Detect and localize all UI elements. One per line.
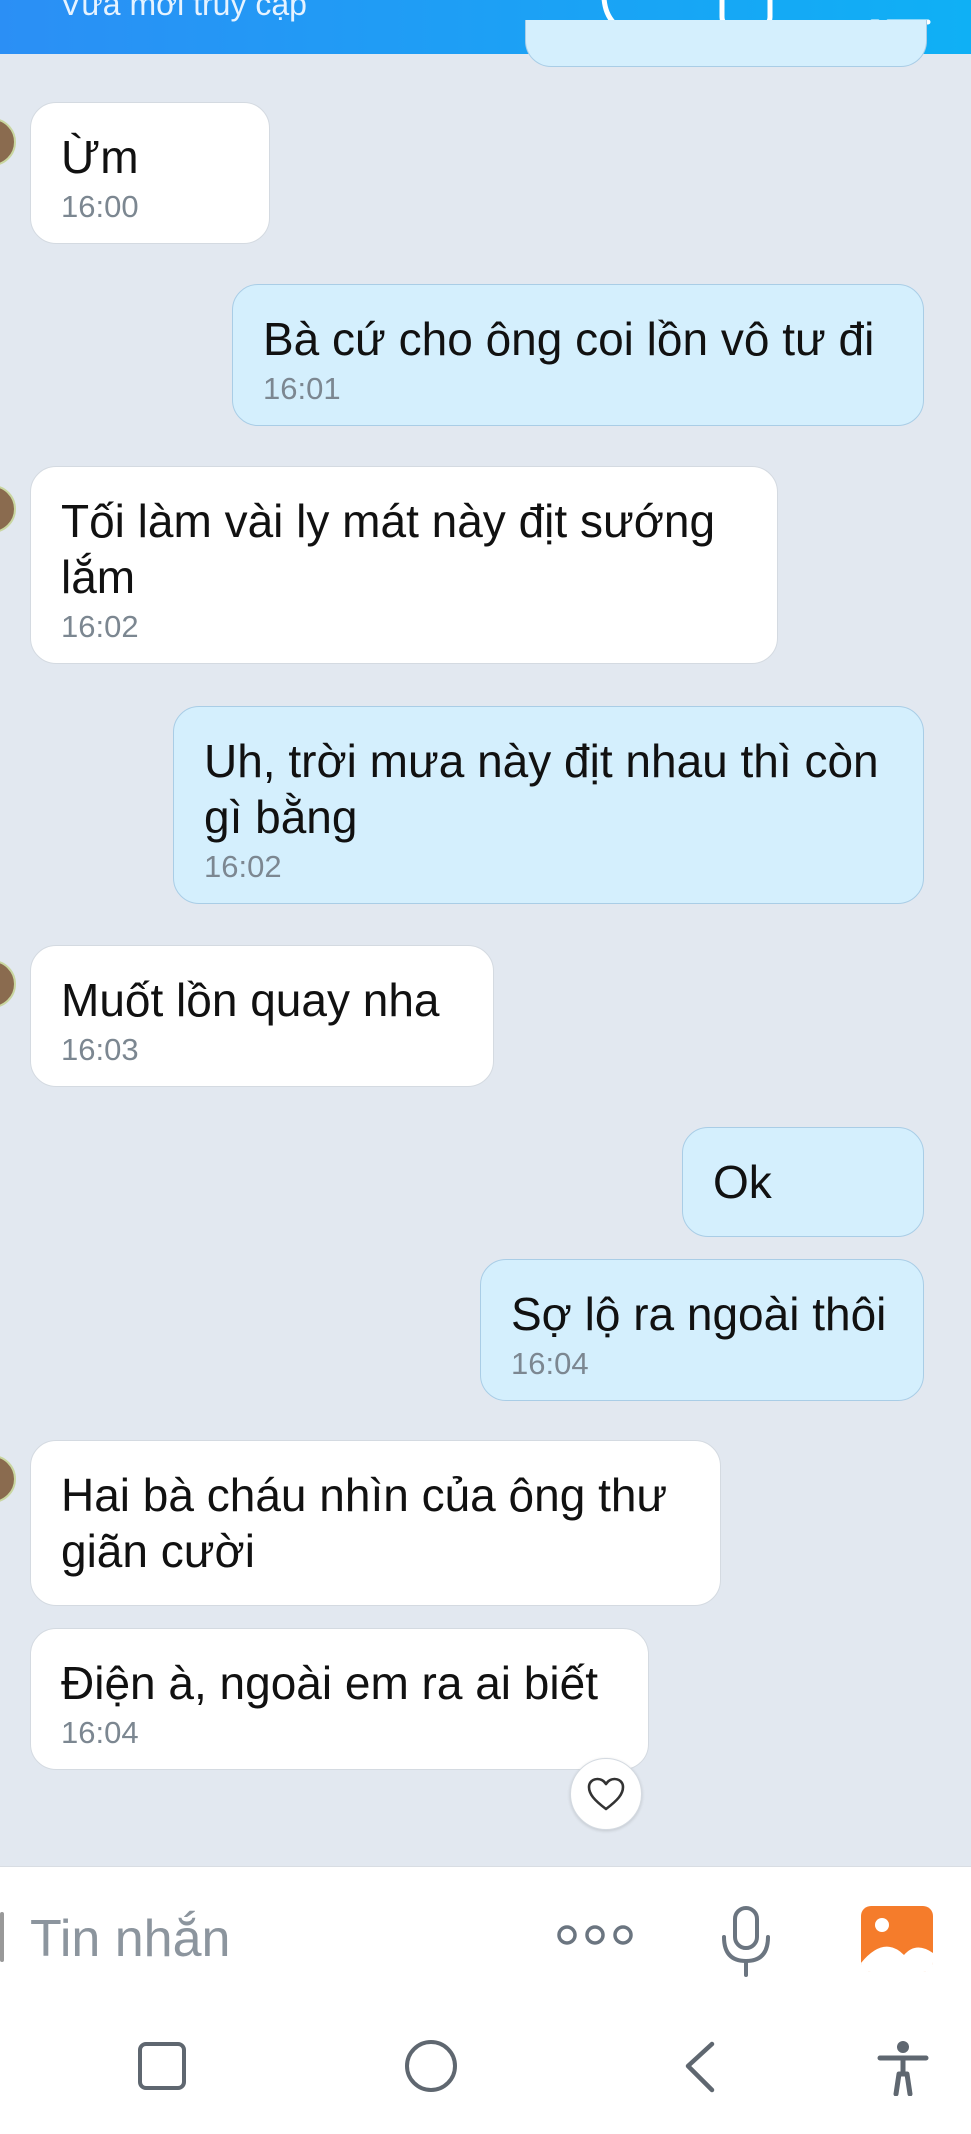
incoming-message[interactable]: Tối làm vài ly mát này địt sướng lắm 16:… xyxy=(30,466,778,664)
message-text: Ừm xyxy=(61,131,139,183)
back-icon[interactable] xyxy=(680,2040,720,2096)
outgoing-message[interactable]: Sợ lộ ra ngoài thôi 16:04 xyxy=(480,1259,924,1401)
message-text: Ok xyxy=(713,1156,772,1208)
message-time: 16:02 xyxy=(204,849,282,884)
text-cursor xyxy=(0,1912,4,1962)
message-text: Điện à, ngoài em ra ai biết xyxy=(61,1657,598,1709)
incoming-message[interactable]: Muốt lồn quay nha 16:03 xyxy=(30,945,494,1087)
message-text: Sợ lộ ra ngoài thôi xyxy=(511,1288,887,1340)
message-time: 16:04 xyxy=(511,1346,589,1381)
message-text: Muốt lồn quay nha xyxy=(61,974,440,1026)
microphone-icon[interactable] xyxy=(718,1905,774,1979)
incoming-message[interactable]: Hai bà cháu nhìn của ông thư giãn cười xyxy=(30,1440,721,1606)
message-time: 16:03 xyxy=(61,1032,139,1067)
recent-apps-icon[interactable] xyxy=(136,2040,188,2092)
incoming-message[interactable]: Điện à, ngoài em ra ai biết 16:04 xyxy=(30,1628,649,1770)
accessibility-icon[interactable] xyxy=(876,2040,930,2096)
contact-avatar[interactable] xyxy=(0,1455,16,1503)
message-time: 16:01 xyxy=(263,371,341,406)
home-icon[interactable] xyxy=(402,2040,460,2098)
outgoing-message[interactable]: Ok xyxy=(682,1127,924,1237)
message-text: Bà cứ cho ông coi lồn vô tư đi xyxy=(263,313,875,365)
message-time: 16:02 xyxy=(61,609,139,644)
system-navigation-bar xyxy=(0,2012,971,2134)
message-composer: Tin nhắn xyxy=(0,1866,971,2013)
contact-avatar[interactable] xyxy=(0,118,16,166)
reaction-button[interactable] xyxy=(570,1758,642,1830)
contact-avatar[interactable] xyxy=(0,960,16,1008)
message-time: 16:04 xyxy=(61,1715,139,1750)
contact-avatar[interactable] xyxy=(0,485,16,533)
previous-message-bubble xyxy=(525,20,927,67)
outgoing-message[interactable]: Bà cứ cho ông coi lồn vô tư đi 16:01 xyxy=(232,284,924,426)
incoming-message[interactable]: Ừm 16:00 xyxy=(30,102,270,244)
message-text: Hai bà cháu nhìn của ông thư giãn cười xyxy=(61,1469,668,1577)
more-options-icon[interactable] xyxy=(555,1917,635,1953)
message-input[interactable]: Tin nhắn xyxy=(30,1909,230,1969)
outgoing-message[interactable]: Uh, trời mưa này địt nhau thì còn gì bằn… xyxy=(173,706,924,904)
message-text: Tối làm vài ly mát này địt sướng lắm xyxy=(61,495,716,603)
message-text: Uh, trời mưa này địt nhau thì còn gì bằn… xyxy=(204,735,879,843)
last-seen-status: Vừa mới truy cập xyxy=(60,0,307,22)
heart-icon xyxy=(587,1777,625,1811)
image-icon[interactable] xyxy=(860,1905,934,1973)
message-time: 16:00 xyxy=(61,189,139,224)
